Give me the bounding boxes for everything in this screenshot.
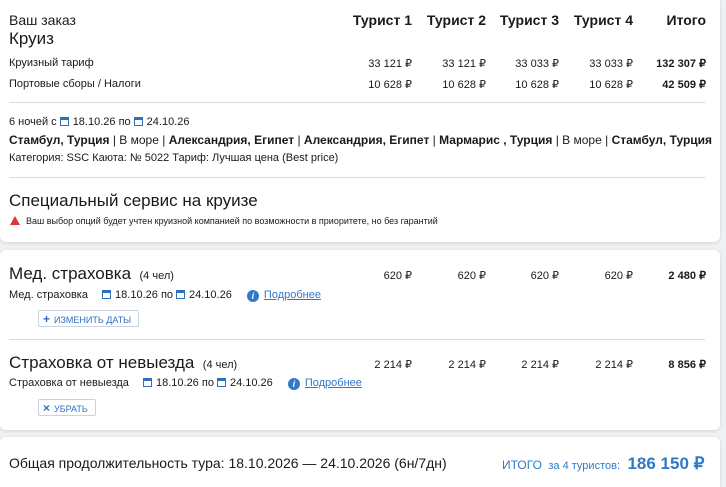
calendar-icon	[176, 290, 186, 299]
cancel-insurance-title: Страховка от невыезда (4 чел)	[9, 353, 237, 373]
row-value: 33 033 ₽	[589, 58, 633, 70]
cancel-total: 8 856 ₽	[668, 359, 706, 371]
cancel-value: 2 214 ₽	[448, 359, 486, 371]
cancel-value: 2 214 ₽	[521, 359, 559, 371]
special-service-warning: Ваш выбор опций будет учтен круизной ком…	[10, 216, 438, 226]
route-port: Александрия, Египет	[168, 133, 295, 147]
special-service-title: Специальный сервис на круизе	[9, 191, 258, 210]
medical-value: 620 ₽	[604, 270, 633, 282]
nights-label: 6 ночей с	[9, 116, 57, 128]
divider	[9, 339, 705, 340]
cancel-sub-row: Страховка от невыезда 18.10.26 по 24.10.2…	[9, 377, 362, 390]
row-value: 33 121 ₽	[368, 58, 412, 70]
row-label: Портовые сборы / Налоги	[9, 78, 141, 90]
route-port: Мармарис , Турция	[439, 133, 553, 147]
route-separator: |	[552, 133, 563, 147]
cancel-more-link[interactable]: Подробнее	[305, 377, 362, 389]
route-port: Стамбул, Турция	[9, 133, 110, 147]
medical-total: 2 480 ₽	[668, 270, 706, 282]
cancel-sub-label: Страховка от невыезда	[9, 377, 129, 389]
row-total: 42 509 ₽	[662, 79, 706, 91]
calendar-icon	[59, 117, 69, 126]
row-value: 33 033 ₽	[515, 58, 559, 70]
medical-sub-row: Мед. страховка 18.10.26 по 24.10.26 i Подр…	[9, 289, 321, 302]
row-value: 33 121 ₽	[442, 58, 486, 70]
insurance-card: Мед. страховка (4 чел) 620 ₽ 620 ₽ 620 ₽…	[0, 250, 720, 430]
cancel-value: 2 214 ₽	[374, 359, 412, 371]
info-icon: i	[246, 290, 259, 302]
divider	[9, 102, 705, 103]
medical-sub-label: Мед. страховка	[9, 289, 88, 301]
calendar-icon	[133, 117, 143, 126]
route-separator: |	[294, 133, 304, 147]
remove-button[interactable]: × УБРАТЬ	[38, 399, 96, 416]
medical-insurance-title: Мед. страховка (4 чел)	[9, 264, 174, 284]
calendar-icon	[142, 378, 152, 387]
change-dates-label: ИЗМЕНИТЬ ДАТЫ	[54, 315, 132, 325]
date-separator: по	[160, 289, 174, 301]
date-from: 18.10.26	[155, 377, 199, 389]
itinerary-dates: 6 ночей с 18.10.26 по 24.10.26	[9, 116, 189, 128]
cabin-details: Категория: SSC Каюта: № 5022 Тариф: Лучш…	[9, 152, 339, 164]
warning-text: Ваш выбор опций будет учтен круизной ком…	[26, 216, 438, 226]
route-separator: |	[109, 133, 120, 147]
date-separator: по	[201, 377, 214, 389]
row-value: 10 628 ₽	[442, 79, 486, 91]
date-from: 18.10.26	[72, 116, 116, 128]
route-separator: В море	[119, 133, 159, 147]
column-header-tourist-4: Турист 4	[573, 12, 633, 28]
calendar-icon	[216, 378, 226, 387]
itinerary-route: Стамбул, Турция | В море | Александрия, …	[9, 133, 712, 147]
row-value: 10 628 ₽	[368, 79, 412, 91]
grand-total: ИТОГО за 4 туристов: 186 150 ₽	[502, 454, 704, 474]
total-label: ИТОГО	[502, 458, 542, 472]
total-for: за 4 туристов:	[548, 460, 620, 472]
date-to: 24.10.26	[229, 377, 273, 389]
plus-icon: +	[43, 312, 51, 326]
column-header-tourist-2: Турист 2	[426, 12, 486, 28]
medical-title-text: Мед. страховка	[9, 264, 132, 283]
route-port: Стамбул, Турция	[611, 133, 713, 147]
calendar-icon	[102, 290, 112, 299]
medical-value: 620 ₽	[457, 270, 486, 282]
cancel-count: (4 чел)	[202, 359, 238, 371]
cancel-value: 2 214 ₽	[595, 359, 633, 371]
row-value: 10 628 ₽	[515, 79, 559, 91]
cancel-title-text: Страховка от невыезда	[9, 353, 195, 372]
column-header-tourist-1: Турист 1	[352, 12, 412, 28]
date-to: 24.10.26	[146, 116, 190, 128]
info-icon: i	[287, 378, 300, 390]
medical-value: 620 ₽	[383, 270, 412, 282]
tour-duration: Общая продолжительность тура: 18.10.2026…	[9, 455, 447, 471]
warning-icon	[10, 216, 20, 225]
column-header-tourist-3: Турист 3	[499, 12, 559, 28]
column-header-total: Итого	[666, 12, 706, 28]
medical-value: 620 ₽	[530, 270, 559, 282]
total-value: 186 150 ₽	[627, 454, 705, 473]
order-subtitle: Круиз	[9, 29, 54, 48]
date-separator: по	[118, 116, 131, 128]
route-separator: |	[429, 133, 440, 147]
total-card: Общая продолжительность тура: 18.10.2026…	[0, 437, 720, 487]
route-separator: |	[601, 133, 612, 147]
row-value: 10 628 ₽	[589, 79, 633, 91]
remove-label: УБРАТЬ	[54, 404, 88, 414]
order-summary-card: Ваш заказ Круиз Турист 1 Турист 2 Турист…	[0, 0, 720, 242]
medical-count: (4 чел)	[139, 270, 174, 282]
date-to: 24.10.26	[189, 289, 232, 301]
route-separator: |	[158, 133, 169, 147]
date-from: 18.10.26	[115, 289, 158, 301]
medical-more-link[interactable]: Подробнее	[264, 289, 321, 301]
divider	[9, 177, 705, 178]
close-icon: ×	[43, 401, 51, 415]
row-label: Круизный тариф	[9, 57, 94, 69]
change-dates-button[interactable]: + ИЗМЕНИТЬ ДАТЫ	[38, 310, 140, 327]
row-total: 132 307 ₽	[656, 58, 706, 70]
route-port: Александрия, Египет	[303, 133, 430, 147]
route-separator: В море	[562, 133, 602, 147]
order-title: Ваш заказ	[9, 12, 76, 28]
